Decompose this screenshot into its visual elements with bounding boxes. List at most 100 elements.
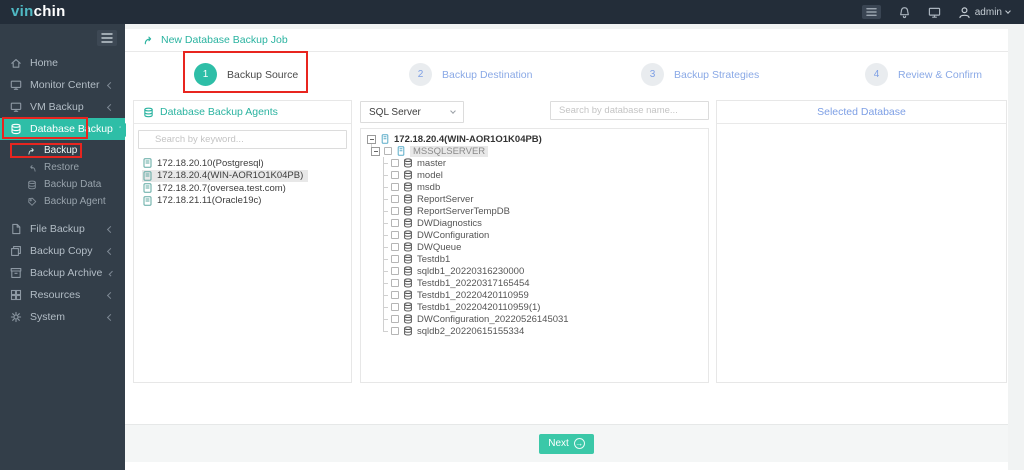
tree-database-row[interactable]: master	[383, 157, 702, 169]
database-icon	[403, 182, 413, 192]
checkbox[interactable]	[391, 303, 399, 311]
sidebar-item-file-backup[interactable]: File Backup	[0, 218, 125, 240]
tree-database-row[interactable]: model	[383, 169, 702, 181]
console-monitor-icon[interactable]	[928, 6, 941, 19]
copy-icon	[10, 245, 22, 257]
checkbox[interactable]	[391, 171, 399, 179]
checkbox[interactable]	[391, 243, 399, 251]
checkbox[interactable]	[391, 255, 399, 263]
checkbox[interactable]	[391, 327, 399, 335]
checkbox[interactable]	[391, 267, 399, 275]
agent-list-item[interactable]: 172.18.21.11(Oracle19c)	[142, 195, 266, 208]
tree-database-row[interactable]: ReportServerTempDB	[383, 205, 702, 217]
sidebar-item-backup-copy[interactable]: Backup Copy	[0, 240, 125, 262]
sidebar-item-backup-data[interactable]: Backup Data	[0, 176, 125, 193]
checkbox[interactable]	[391, 195, 399, 203]
collapse-minus-icon[interactable]	[371, 146, 380, 156]
database-icon	[144, 107, 153, 117]
user-menu[interactable]: admin	[958, 6, 1011, 19]
database-icon	[403, 290, 413, 300]
database-icon	[403, 170, 413, 180]
checkbox[interactable]	[391, 183, 399, 191]
agents-panel-title: Database Backup Agents	[160, 106, 278, 118]
agent-list-item[interactable]: 172.18.20.4(WIN-AOR1O1K04PB)	[142, 169, 309, 182]
database-search-input[interactable]	[550, 101, 709, 120]
tree-database-row[interactable]: DWQueue	[383, 241, 702, 253]
tree-connector	[383, 270, 388, 272]
tree-database-row[interactable]: Testdb1_20220420110959(1)	[383, 301, 702, 313]
collapse-minus-icon[interactable]	[367, 134, 376, 144]
tree-instance-row[interactable]: MSSQLSERVER	[371, 145, 702, 157]
tree-database-row[interactable]: ReportServer	[383, 193, 702, 205]
sidebar-item-database-backup[interactable]: Database Backup	[0, 118, 125, 140]
sidebar-item-backup-archive[interactable]: Backup Archive	[0, 262, 125, 284]
tree-database-row[interactable]: DWConfiguration_20220526145031	[383, 313, 702, 325]
database-icon	[403, 242, 413, 252]
active-menu-arrow	[117, 123, 126, 137]
restore-arrow-icon	[27, 163, 37, 173]
sidebar-collapse-icon[interactable]	[97, 30, 117, 46]
database-icon	[403, 314, 413, 324]
tree-connector	[383, 318, 388, 320]
checkbox[interactable]	[384, 147, 392, 155]
vinchin-logo: vinchin	[11, 3, 66, 20]
tree-connector	[383, 174, 388, 176]
vinchin-backup-app: vinchin admin Home Monitor Center VM Bac…	[0, 0, 1024, 470]
sidebar-item-monitor-center[interactable]: Monitor Center	[0, 74, 125, 96]
home-icon	[10, 57, 22, 69]
database-icon	[27, 180, 37, 190]
next-button[interactable]: Next →	[539, 433, 594, 454]
sidebar-item-system[interactable]: System	[0, 306, 125, 328]
tree-database-row[interactable]: Testdb1	[383, 253, 702, 265]
sidebar-item-resources[interactable]: Resources	[0, 284, 125, 306]
checkbox[interactable]	[391, 279, 399, 287]
step-backup-source: 1 Backup Source	[194, 63, 298, 86]
checkbox[interactable]	[391, 159, 399, 167]
tree-database-row[interactable]: Testdb1_20220420110959	[383, 289, 702, 301]
agent-search-input[interactable]	[138, 130, 347, 149]
checkbox[interactable]	[391, 291, 399, 299]
chevron-left-icon	[106, 81, 115, 89]
tree-connector	[383, 294, 388, 296]
tree-database-row[interactable]: DWDiagnostics	[383, 217, 702, 229]
tree-database-row[interactable]: msdb	[383, 181, 702, 193]
checkbox[interactable]	[391, 315, 399, 323]
sidebar-item-backup-agent[interactable]: Backup Agent	[0, 193, 125, 210]
database-icon	[403, 266, 413, 276]
tree-server-row[interactable]: 172.18.20.4(WIN-AOR1O1K04PB)	[367, 133, 702, 145]
agent-list-item[interactable]: 172.18.20.10(Postgresql)	[142, 157, 269, 170]
sidebar-item-vm-backup[interactable]: VM Backup	[0, 96, 125, 118]
chevron-left-icon	[106, 291, 115, 299]
checkbox[interactable]	[391, 207, 399, 215]
checkbox[interactable]	[391, 219, 399, 227]
database-icon	[403, 278, 413, 288]
grid-icon	[10, 289, 22, 301]
main-content: New Database Backup Job 1 Backup Source …	[125, 24, 1024, 470]
tree-connector	[383, 306, 388, 308]
sidebar-item-restore[interactable]: Restore	[0, 159, 125, 176]
agent-list: 172.18.20.10(Postgresql) 172.18.20.4(WIN…	[134, 157, 351, 207]
agent-host-icon	[143, 183, 152, 193]
tree-database-row[interactable]: DWConfiguration	[383, 229, 702, 241]
tree-database-row[interactable]: sqldb1_20220316230000	[383, 265, 702, 277]
database-type-select[interactable]: SQL Server	[360, 101, 464, 123]
notification-bell-icon[interactable]	[898, 6, 911, 19]
database-icon	[403, 230, 413, 240]
chevron-left-icon	[106, 313, 115, 321]
checkbox[interactable]	[391, 231, 399, 239]
agent-list-item[interactable]: 172.18.20.7(oversea.test.com)	[142, 182, 291, 195]
tree-connector	[383, 198, 388, 200]
tree-connector	[383, 246, 388, 248]
task-list-icon[interactable]	[861, 5, 881, 19]
tree-database-row[interactable]: Testdb1_20220317165454	[383, 277, 702, 289]
database-icon	[403, 326, 413, 336]
tree-connector	[383, 186, 388, 188]
database-icon	[403, 302, 413, 312]
sidebar-item-backup[interactable]: Backup	[0, 142, 125, 159]
tree-connector	[383, 258, 388, 260]
tree-database-row[interactable]: sqldb2_20220615155334	[383, 325, 702, 337]
step-review-confirm: 4 Review & Confirm	[865, 63, 982, 86]
database-icon	[403, 158, 413, 168]
sidebar-item-home[interactable]: Home	[0, 52, 125, 74]
database-tree-panel: 172.18.20.4(WIN-AOR1O1K04PB) MSSQLSERVER	[360, 128, 709, 383]
